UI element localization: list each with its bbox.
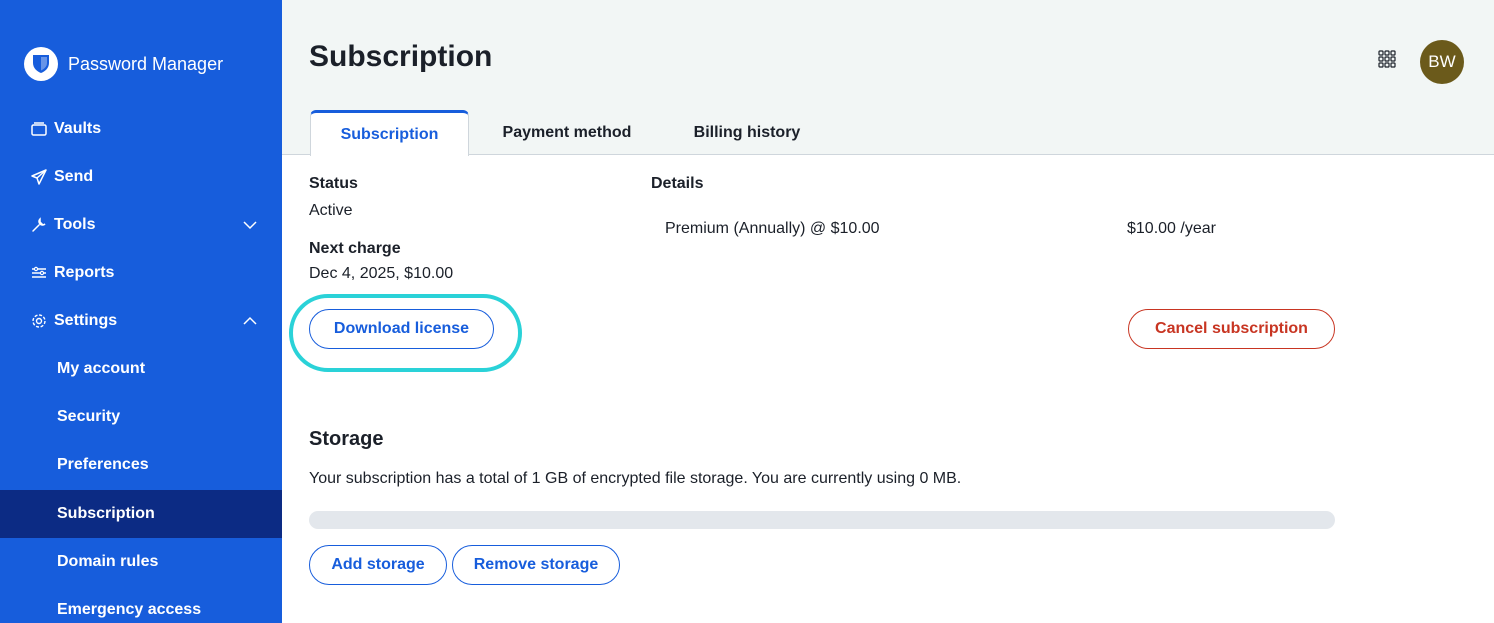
brand-name: Password Manager bbox=[68, 53, 224, 74]
sidebar-item-tools[interactable]: Tools bbox=[0, 201, 282, 249]
gear-icon bbox=[30, 312, 48, 330]
vault-icon bbox=[30, 120, 48, 138]
page-title: Subscription bbox=[309, 40, 493, 73]
sidebar-item-label: Settings bbox=[54, 312, 118, 329]
plan-price: $10.00 /year bbox=[1127, 220, 1216, 237]
cancel-subscription-button[interactable]: Cancel subscription bbox=[1128, 309, 1335, 349]
sidebar-item-label: Vaults bbox=[54, 120, 102, 137]
sidebar-item-label: Subscription bbox=[57, 505, 155, 522]
sidebar-item-label: Reports bbox=[54, 264, 115, 281]
tab-label: Billing history bbox=[693, 124, 801, 141]
send-icon bbox=[30, 168, 48, 186]
tab-billing-history[interactable]: Billing history bbox=[674, 110, 820, 156]
sidebar-item-label: Security bbox=[57, 408, 121, 425]
sidebar-item-reports[interactable]: Reports bbox=[0, 249, 282, 297]
storage-description: Your subscription has a total of 1 GB of… bbox=[309, 470, 962, 487]
status-value: Active bbox=[309, 202, 353, 219]
shield-logo-icon bbox=[24, 47, 58, 81]
download-license-button[interactable]: Download license bbox=[309, 309, 494, 349]
reports-icon bbox=[30, 264, 48, 282]
details-label: Details bbox=[651, 175, 704, 192]
sidebar-item-vaults[interactable]: Vaults bbox=[0, 105, 282, 153]
sidebar-item-domain-rules[interactable]: Domain rules bbox=[0, 538, 282, 586]
next-charge-label: Next charge bbox=[309, 240, 401, 257]
sidebar-item-settings[interactable]: Settings bbox=[0, 297, 282, 345]
sidebar-item-preferences[interactable]: Preferences bbox=[0, 441, 282, 489]
plan-line: Premium (Annually) @ $10.00 bbox=[665, 220, 880, 237]
remove-storage-button[interactable]: Remove storage bbox=[452, 545, 620, 585]
sidebar-item-send[interactable]: Send bbox=[0, 153, 282, 201]
storage-title: Storage bbox=[309, 428, 384, 450]
next-charge-value: Dec 4, 2025, $10.00 bbox=[309, 265, 454, 282]
tab-payment-method[interactable]: Payment method bbox=[472, 110, 662, 156]
sidebar-item-emergency-access[interactable]: Emergency access bbox=[0, 586, 282, 623]
tab-label: Payment method bbox=[502, 124, 632, 141]
sidebar-item-label: My account bbox=[57, 360, 146, 377]
tab-label: Subscription bbox=[340, 125, 439, 143]
storage-progress-bar bbox=[309, 511, 1335, 529]
chevron-down-icon bbox=[243, 221, 257, 230]
chevron-up-icon bbox=[243, 316, 257, 325]
sidebar-item-subscription[interactable]: Subscription bbox=[0, 490, 282, 538]
brand[interactable]: Password Manager bbox=[24, 42, 223, 86]
sidebar-item-security[interactable]: Security bbox=[0, 393, 282, 441]
page-header: Subscription BW Subscription Payment met… bbox=[282, 0, 1494, 156]
sidebar: Password Manager Vaults Send Tools Repor… bbox=[0, 0, 282, 623]
sidebar-item-label: Domain rules bbox=[57, 553, 159, 570]
add-storage-button[interactable]: Add storage bbox=[309, 545, 447, 585]
app-switcher-icon[interactable] bbox=[1378, 50, 1396, 68]
sidebar-item-label: Tools bbox=[54, 216, 96, 233]
sidebar-item-label: Preferences bbox=[57, 456, 149, 473]
avatar[interactable]: BW bbox=[1420, 40, 1464, 84]
status-label: Status bbox=[309, 175, 358, 192]
sidebar-item-label: Emergency access bbox=[57, 601, 202, 618]
tools-icon bbox=[30, 216, 48, 234]
sidebar-item-label: Send bbox=[54, 168, 94, 185]
sidebar-item-my-account[interactable]: My account bbox=[0, 345, 282, 393]
tab-subscription[interactable]: Subscription bbox=[310, 110, 469, 156]
